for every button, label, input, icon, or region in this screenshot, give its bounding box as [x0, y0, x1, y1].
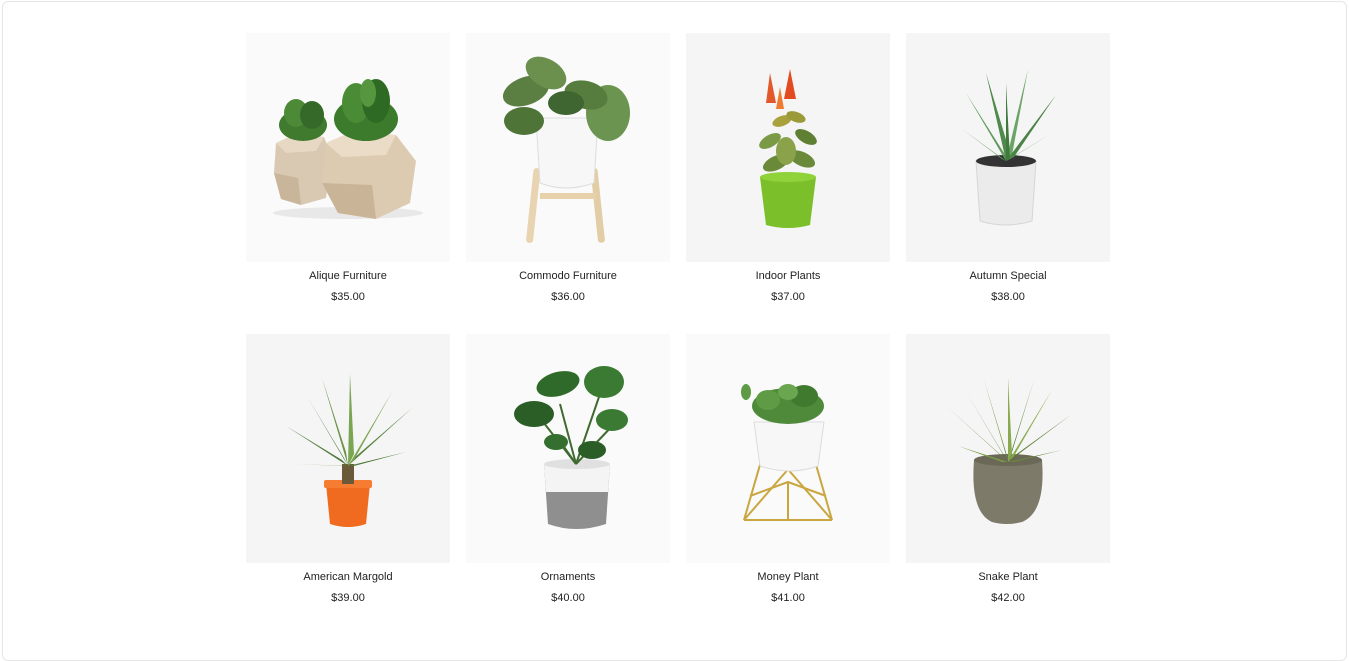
- product-card[interactable]: Indoor Plants $37.00: [686, 33, 890, 304]
- product-name[interactable]: Snake Plant: [906, 570, 1110, 584]
- product-name[interactable]: Commodo Furniture: [466, 269, 670, 283]
- product-image[interactable]: [246, 33, 450, 262]
- aloe-plant-icon: [962, 69, 1056, 226]
- product-card[interactable]: Money Plant $41.00: [686, 334, 890, 605]
- green-pot-plant-icon: [759, 69, 817, 228]
- product-name[interactable]: Ornaments: [466, 570, 670, 584]
- product-price: $36.00: [551, 291, 585, 303]
- product-price: $40.00: [551, 592, 585, 604]
- product-name[interactable]: Money Plant: [686, 570, 890, 584]
- product-price: $39.00: [331, 592, 365, 604]
- product-name[interactable]: Autumn Special: [906, 269, 1110, 283]
- product-price: $38.00: [991, 291, 1025, 303]
- product-image[interactable]: [686, 33, 890, 262]
- plant-on-stand-icon: [502, 56, 630, 243]
- product-card[interactable]: Commodo Furniture $36.00: [466, 33, 670, 304]
- product-image[interactable]: [906, 33, 1110, 262]
- product-card[interactable]: Snake Plant $42.00: [906, 334, 1110, 605]
- stone-pot-agave-icon: [946, 378, 1072, 524]
- product-card[interactable]: Alique Furniture $35.00: [246, 33, 450, 304]
- orange-pot-agave-icon: [286, 374, 412, 527]
- product-image[interactable]: [906, 334, 1110, 563]
- wooden-planters-icon: [273, 79, 423, 219]
- product-price: $37.00: [771, 291, 805, 303]
- product-name[interactable]: Indoor Plants: [686, 269, 890, 283]
- product-name[interactable]: Alique Furniture: [246, 269, 450, 283]
- product-card[interactable]: Ornaments $40.00: [466, 334, 670, 605]
- product-grid: Alique Furniture $35.00 Commodo Furnitur…: [246, 33, 1110, 605]
- page-frame: Alique Furniture $35.00 Commodo Furnitur…: [2, 1, 1347, 661]
- product-card[interactable]: American Margold $39.00: [246, 334, 450, 605]
- product-image[interactable]: [246, 334, 450, 563]
- product-price: $35.00: [331, 291, 365, 303]
- product-price: $42.00: [991, 592, 1025, 604]
- product-card[interactable]: Autumn Special $38.00: [906, 33, 1110, 304]
- product-name[interactable]: American Margold: [246, 570, 450, 584]
- product-image[interactable]: [686, 334, 890, 563]
- gold-stand-plant-icon: [741, 384, 833, 521]
- product-image[interactable]: [466, 33, 670, 262]
- monstera-plant-icon: [514, 366, 628, 529]
- product-image[interactable]: [466, 334, 670, 563]
- product-price: $41.00: [771, 592, 805, 604]
